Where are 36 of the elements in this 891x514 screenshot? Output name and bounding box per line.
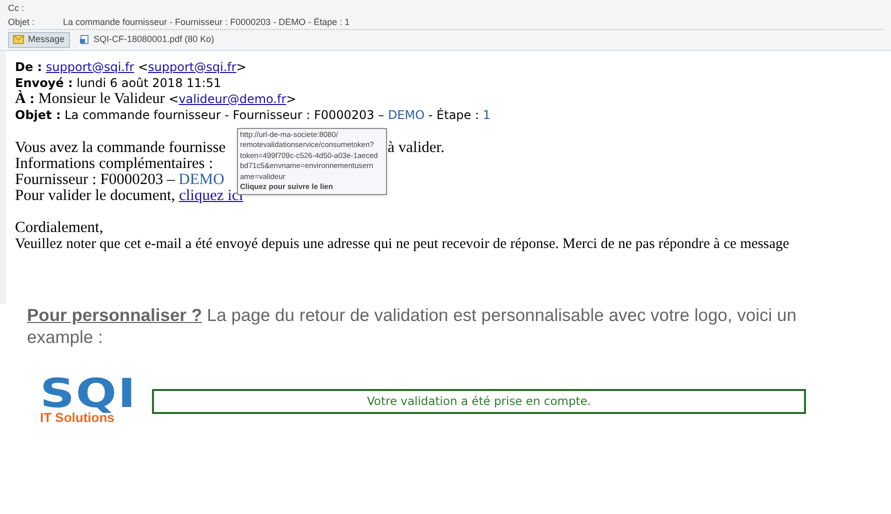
recipient-name: Monsieur le Valideur — [38, 90, 165, 106]
demo-text: DEMO — [388, 108, 425, 122]
body-text: Fournisseur : F0000203 – — [15, 170, 175, 188]
description-text: Pour personnaliser ? La page du retour de validation est personnalisable avec votre logo, voici un example : — [27, 304, 798, 348]
body-text: Pour valider le document, — [15, 186, 176, 204]
attachment-tab[interactable]: Message — [8, 32, 70, 48]
body-text: Vous avez la commande fournisse — [15, 138, 226, 156]
email-link[interactable]: valideur@demo.fr — [178, 92, 286, 106]
email-link[interactable]: support@sqi.fr — [46, 60, 134, 74]
email-link[interactable]: support@sqi.fr — [148, 60, 236, 74]
personalize-link[interactable]: Pour personnaliser ? — [27, 304, 202, 324]
body-text: Cordialement, — [15, 218, 104, 236]
confirmation-banner: Votre validation a été prise en compte. — [152, 388, 806, 414]
subject-text: La commande fournisseur - Fournisseur : F0000203 - DEMO - Étape : 1 — [63, 16, 350, 29]
notice-text: Veuillez noter que cet e-mail a été envoyé depuis une adresse qui ne peut recevoir de réponse. Merci de ne pas répondre à ce message — [15, 236, 790, 252]
angle-bracket: < — [168, 92, 179, 106]
subject-label: Objet : — [8, 16, 36, 29]
sent-date: lundi 6 août 2018 11:51 — [76, 76, 222, 90]
body-text: à valider. — [388, 138, 444, 156]
angle-bracket: > — [286, 92, 296, 106]
attachment-tab[interactable]: SQI-CF-18080001.pdf (80 Ko) — [74, 32, 220, 48]
document-icon — [78, 35, 90, 44]
sent-label: Envoyé : — [15, 76, 73, 90]
to-label: À : — [15, 90, 35, 106]
body-text: Informations complémentaires : — [15, 154, 213, 172]
angle-bracket: < — [138, 60, 148, 74]
subject-label: Objet : — [15, 108, 61, 122]
step-number: 1 — [482, 108, 491, 122]
envelope-icon — [13, 35, 24, 44]
subject-text: - Étape : — [428, 108, 480, 122]
from-label: De : — [15, 60, 42, 74]
demo-text: DEMO — [178, 170, 224, 188]
angle-bracket: > — [236, 60, 246, 74]
subject-text: La commande fournisseur - Fournisseur : F0000203 – — [64, 108, 384, 122]
cc-label: Cc : — [8, 3, 24, 13]
company-logo: SQI IT Solutions — [40, 378, 138, 426]
